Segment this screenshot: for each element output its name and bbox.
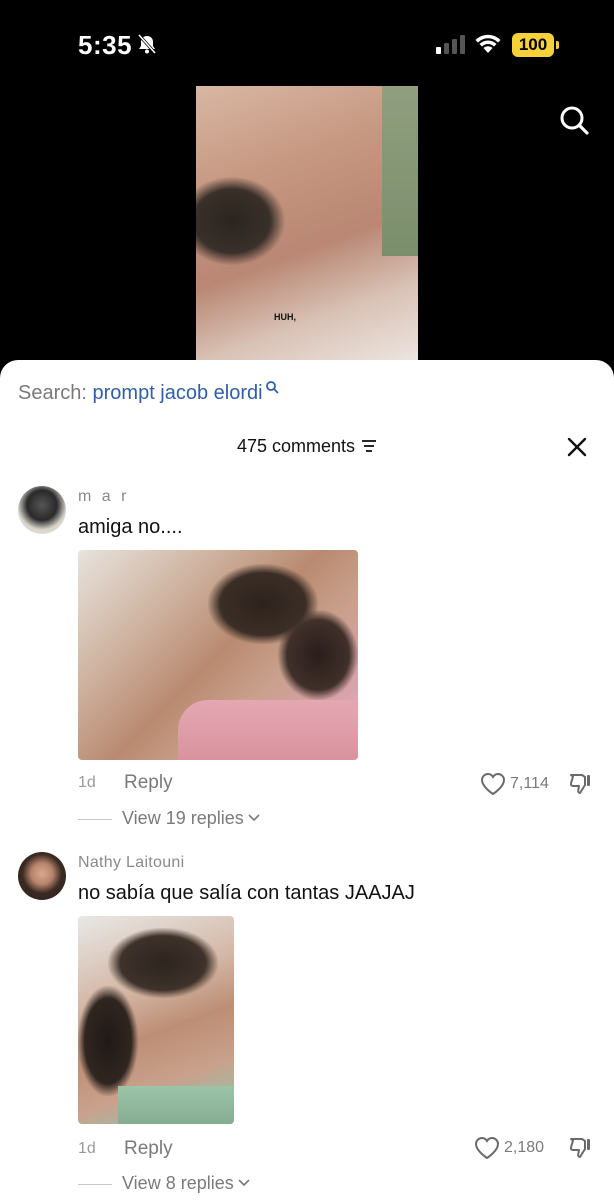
chevron-down-icon xyxy=(238,1179,250,1186)
sort-icon[interactable] xyxy=(361,439,377,453)
avatar[interactable] xyxy=(18,852,66,900)
search-suggestion-query[interactable]: prompt jacob elordi xyxy=(93,382,263,404)
bell-muted-icon xyxy=(137,34,157,54)
comment-image[interactable] xyxy=(78,550,358,760)
wifi-icon xyxy=(475,34,501,53)
search-icon xyxy=(265,381,278,394)
comment-username[interactable]: Nathy Laitouni xyxy=(78,854,185,872)
like-count: 2,180 xyxy=(504,1139,545,1156)
dislike-icon[interactable] xyxy=(568,1136,592,1160)
comment-image-detail xyxy=(178,700,358,760)
video-player[interactable]: HUH, xyxy=(196,86,418,376)
view-replies-label: View 19 replies xyxy=(122,808,244,828)
search-icon[interactable] xyxy=(556,102,592,138)
video-area: HUH, xyxy=(0,86,614,376)
replies-divider xyxy=(78,818,112,820)
reply-button[interactable]: Reply xyxy=(124,1138,173,1160)
heart-icon[interactable] xyxy=(474,1136,500,1160)
comment-image-detail xyxy=(278,610,358,700)
search-suggestion[interactable]: Search: prompt jacob elordi xyxy=(18,381,279,405)
comment-text: no sabía que salía con tantas JAAJAJ xyxy=(78,882,415,904)
battery-indicator: 100 xyxy=(512,33,554,57)
comments-header: 475 comments xyxy=(0,436,614,457)
dislike-icon[interactable] xyxy=(568,772,592,796)
comments-count: 475 comments xyxy=(236,436,356,456)
comment-text: amiga no.... xyxy=(78,516,183,538)
view-replies-button[interactable]: View 8 replies xyxy=(78,1173,250,1194)
comment-time: 1d xyxy=(78,774,96,791)
search-suggestion-label: Search: xyxy=(18,382,87,404)
avatar[interactable] xyxy=(18,486,66,534)
comment-image[interactable] xyxy=(78,916,234,1124)
replies-divider xyxy=(78,1183,112,1185)
comment-username[interactable]: m a r xyxy=(78,488,129,506)
video-caption: HUH, xyxy=(274,312,296,322)
status-bar: 5:35 100 xyxy=(0,0,614,86)
view-replies-button[interactable]: View 19 replies xyxy=(78,808,260,829)
battery-nub xyxy=(556,41,559,49)
comment-image-detail xyxy=(118,1086,234,1124)
cell-signal-icon xyxy=(436,35,465,54)
status-time: 5:35 xyxy=(78,30,133,60)
comments-sheet: Search: prompt jacob elordi 475 comments… xyxy=(0,360,614,1200)
chevron-down-icon xyxy=(248,814,260,821)
video-image-detail xyxy=(196,176,286,266)
reply-button[interactable]: Reply xyxy=(124,772,173,794)
view-replies-label: View 8 replies xyxy=(122,1173,234,1193)
comment-image-detail xyxy=(78,986,138,1096)
comment-time: 1d xyxy=(78,1140,96,1157)
heart-icon[interactable] xyxy=(480,772,506,796)
close-icon[interactable] xyxy=(564,434,590,460)
video-image-detail xyxy=(382,86,418,256)
like-count: 7,114 xyxy=(510,775,549,792)
